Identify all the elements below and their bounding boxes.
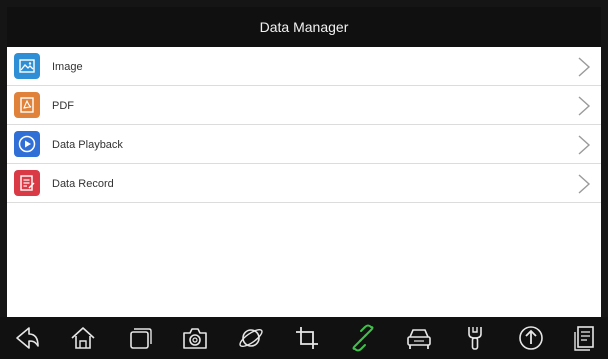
back-icon (16, 327, 39, 349)
title-bar: Data Manager (7, 7, 601, 47)
upload-button[interactable] (516, 323, 546, 353)
list-item-label: Data Playback (52, 138, 123, 151)
link-icon (352, 324, 374, 352)
chevron-right-icon (578, 174, 591, 194)
chevron-right-icon (578, 96, 591, 116)
browser-button[interactable] (236, 323, 266, 353)
list-item-data-record[interactable]: Data Record (7, 164, 601, 203)
document-icon (574, 326, 594, 351)
image-icon (14, 53, 40, 79)
upload-icon (519, 326, 543, 350)
list-item-label: PDF (52, 99, 74, 112)
chevron-right-icon (578, 135, 591, 155)
list-item-image[interactable]: Image (7, 47, 601, 86)
bottom-navigation-bar (0, 317, 608, 359)
pdf-icon (14, 92, 40, 118)
data-manager-list: Image PDF Data Playback Data Record (7, 47, 601, 317)
page-title: Data Manager (259, 19, 349, 35)
record-icon (14, 170, 40, 196)
service-button[interactable] (460, 323, 490, 353)
list-item-label: Image (52, 60, 83, 73)
car-icon (407, 329, 431, 349)
back-button[interactable] (12, 323, 42, 353)
screenshot-button[interactable] (180, 323, 210, 353)
chevron-right-icon (578, 57, 591, 77)
home-icon (71, 327, 95, 349)
list-item-label: Data Record (52, 177, 114, 190)
browser-icon (239, 328, 263, 348)
list-item-pdf[interactable]: PDF (7, 86, 601, 125)
report-button[interactable] (570, 323, 600, 353)
recent-apps-icon (130, 328, 152, 349)
crop-icon (296, 327, 318, 349)
crop-button[interactable] (292, 323, 322, 353)
camera-icon (183, 328, 207, 349)
wrench-icon (468, 327, 482, 350)
list-item-data-playback[interactable]: Data Playback (7, 125, 601, 164)
recent-apps-button[interactable] (124, 323, 154, 353)
vehicle-button[interactable] (404, 323, 434, 353)
link-button[interactable] (348, 323, 378, 353)
home-button[interactable] (68, 323, 98, 353)
playback-icon (14, 131, 40, 157)
